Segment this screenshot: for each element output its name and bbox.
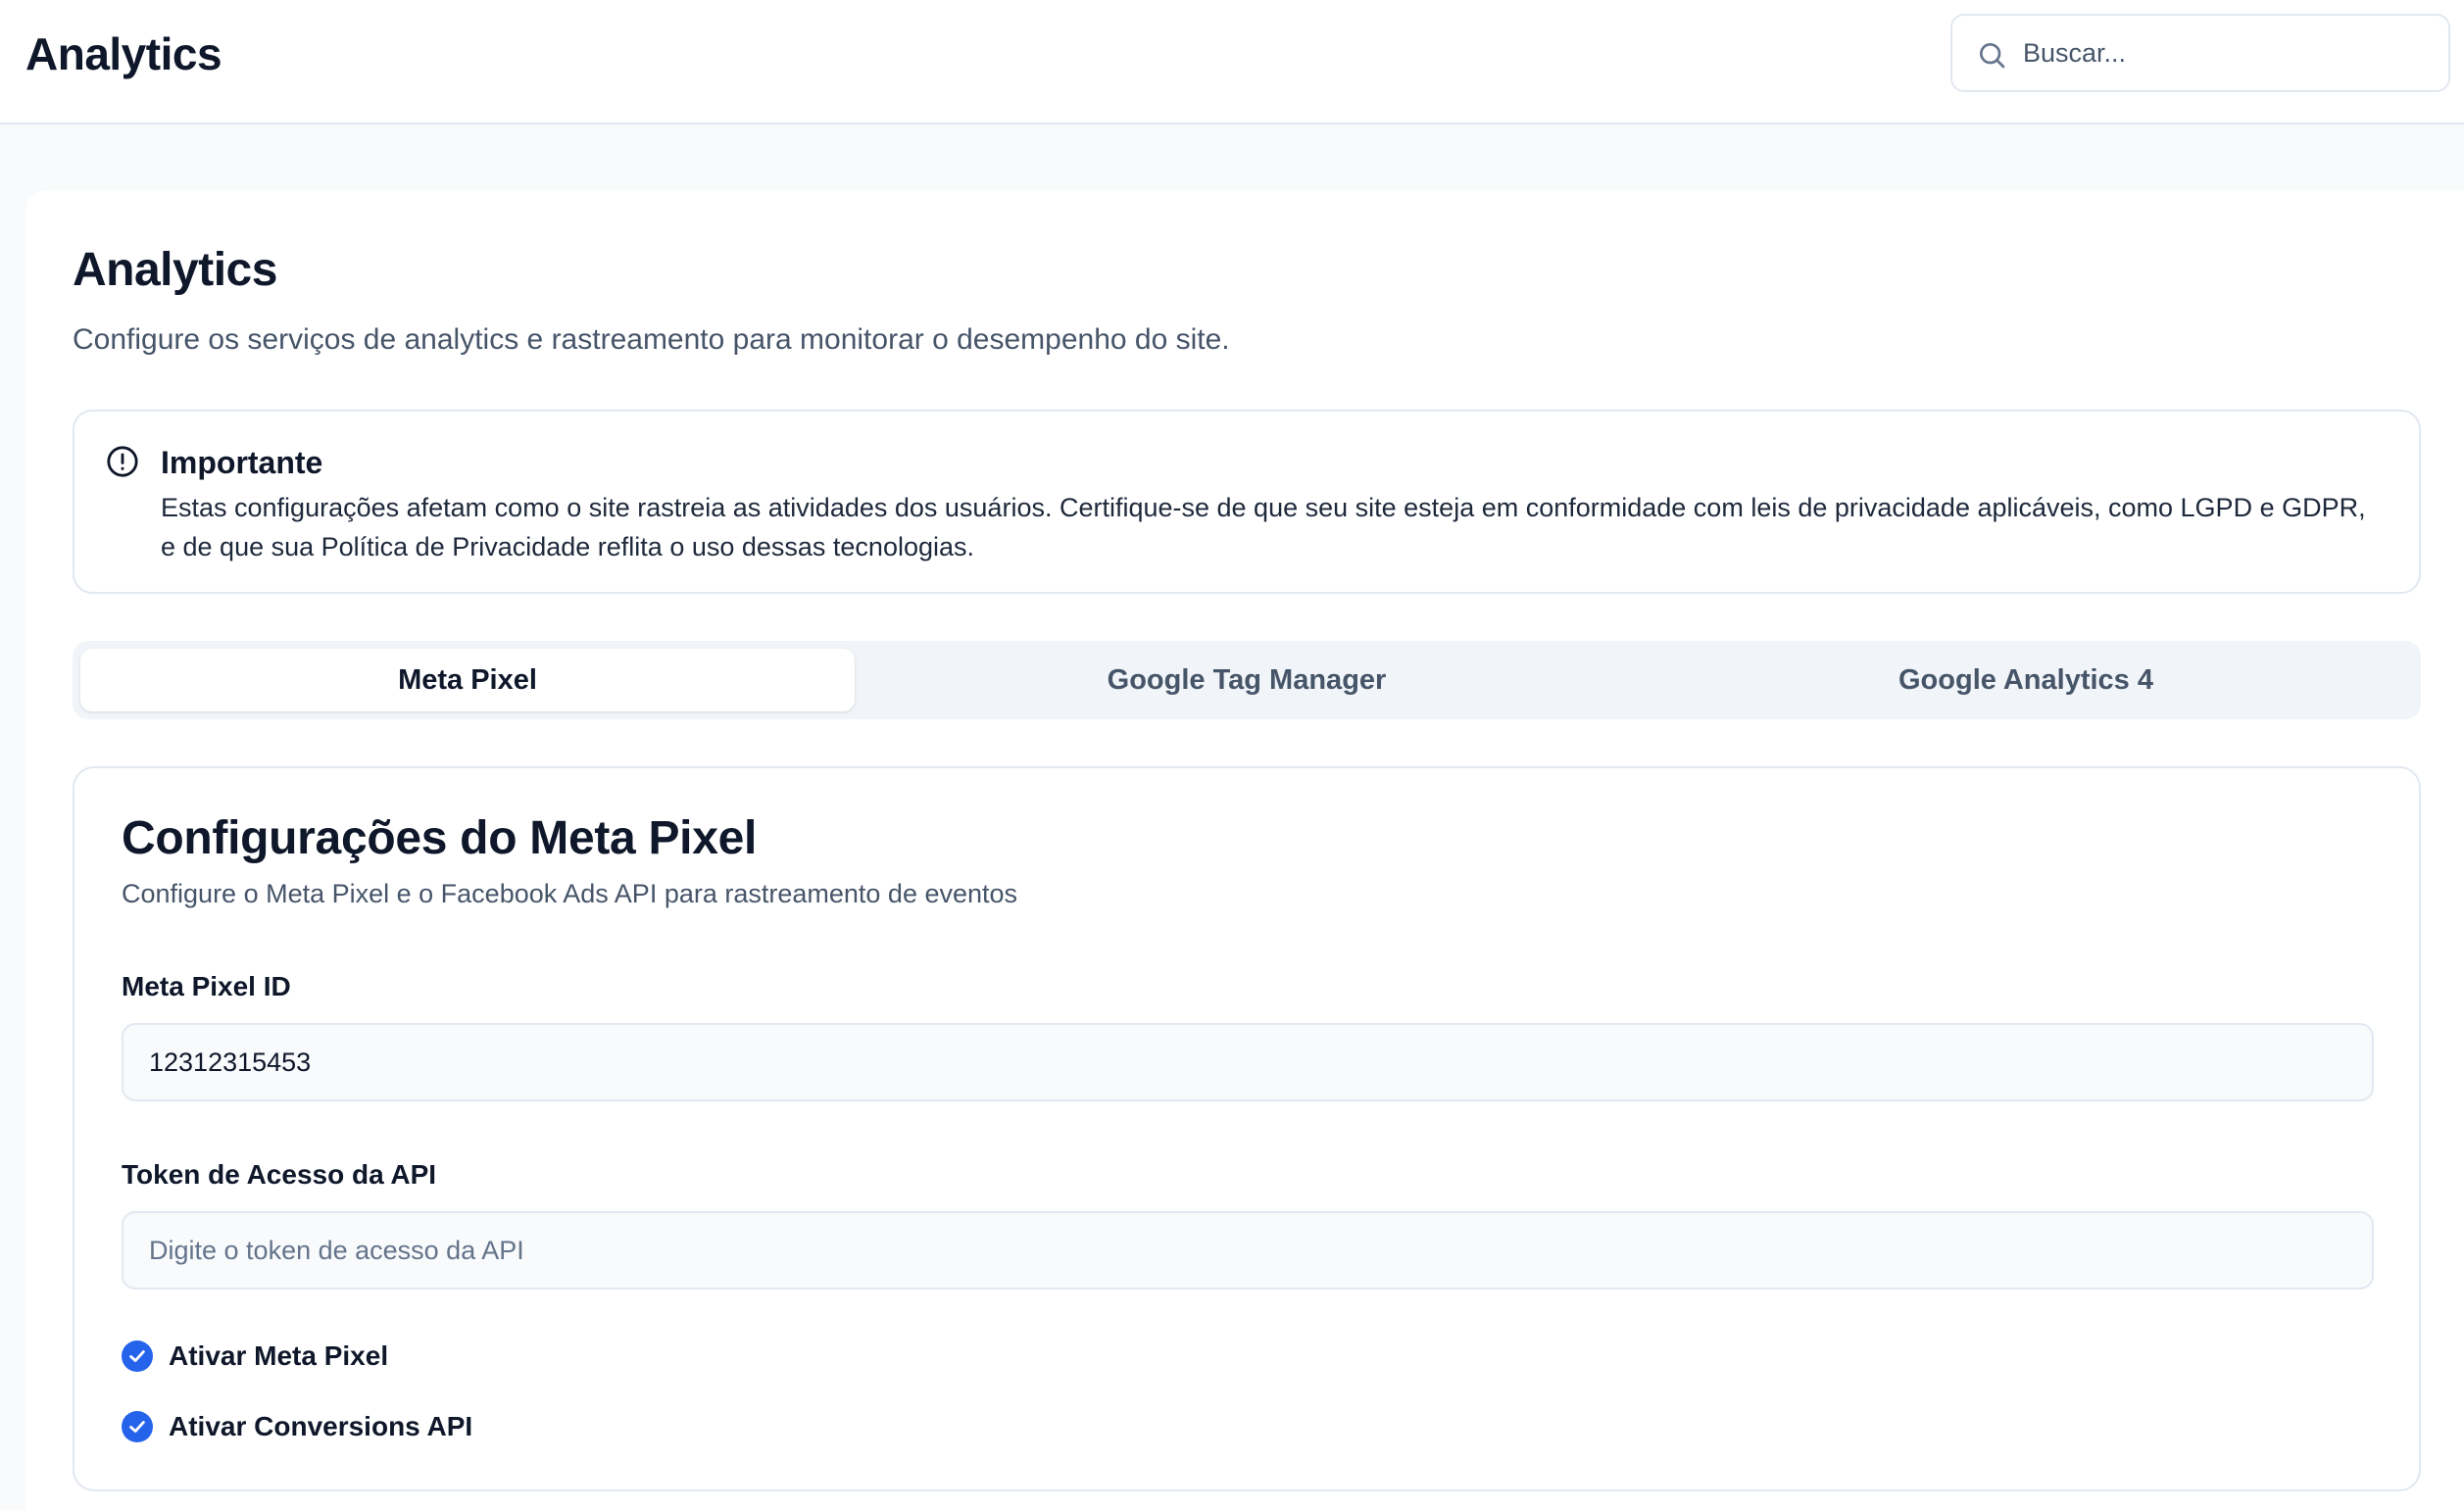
important-alert: Importante Estas configurações afetam co… [73, 410, 2421, 594]
app-title: Analytics [25, 28, 222, 79]
top-bar: Analytics [0, 0, 2464, 124]
check-icon [129, 1350, 145, 1362]
api-token-label: Token de Acesso da API [122, 1159, 437, 1190]
pixel-id-input[interactable] [122, 1023, 2374, 1101]
alert-circle-icon [107, 446, 138, 477]
check-icon [129, 1421, 145, 1433]
tab-meta-pixel[interactable]: Meta Pixel [80, 649, 855, 711]
enable-meta-pixel-label: Ativar Meta Pixel [169, 1340, 389, 1371]
alert-text: Estas configurações afetam como o site r… [161, 493, 2366, 561]
search-icon [1980, 43, 2005, 69]
settings-description: Configure o Meta Pixel e o Facebook Ads … [122, 879, 1018, 908]
enable-conversions-api-row[interactable]: Ativar Conversions API [122, 1409, 472, 1444]
tab-google-analytics-4[interactable]: Google Analytics 4 [1639, 649, 2413, 711]
meta-pixel-settings-card [73, 766, 2421, 1491]
search-box[interactable] [1950, 14, 2450, 92]
tab-google-tag-manager[interactable]: Google Tag Manager [860, 649, 1634, 711]
enable-meta-pixel-row[interactable]: Ativar Meta Pixel [122, 1339, 388, 1374]
alert-title: Importante [161, 445, 323, 480]
settings-title: Configurações do Meta Pixel [122, 812, 758, 864]
enable-conversions-api-label: Ativar Conversions API [169, 1411, 473, 1441]
search-input[interactable] [2023, 18, 2435, 88]
enable-meta-pixel-checkbox[interactable] [122, 1340, 153, 1372]
page-subtitle: Configure os serviços de analytics e ras… [73, 323, 1230, 356]
pixel-id-label: Meta Pixel ID [122, 971, 291, 1001]
api-token-input[interactable] [122, 1211, 2374, 1290]
enable-conversions-api-checkbox[interactable] [122, 1411, 153, 1442]
analytics-tabs: Meta Pixel Google Tag Manager Google Ana… [73, 641, 2421, 719]
page-title: Analytics [73, 244, 277, 296]
